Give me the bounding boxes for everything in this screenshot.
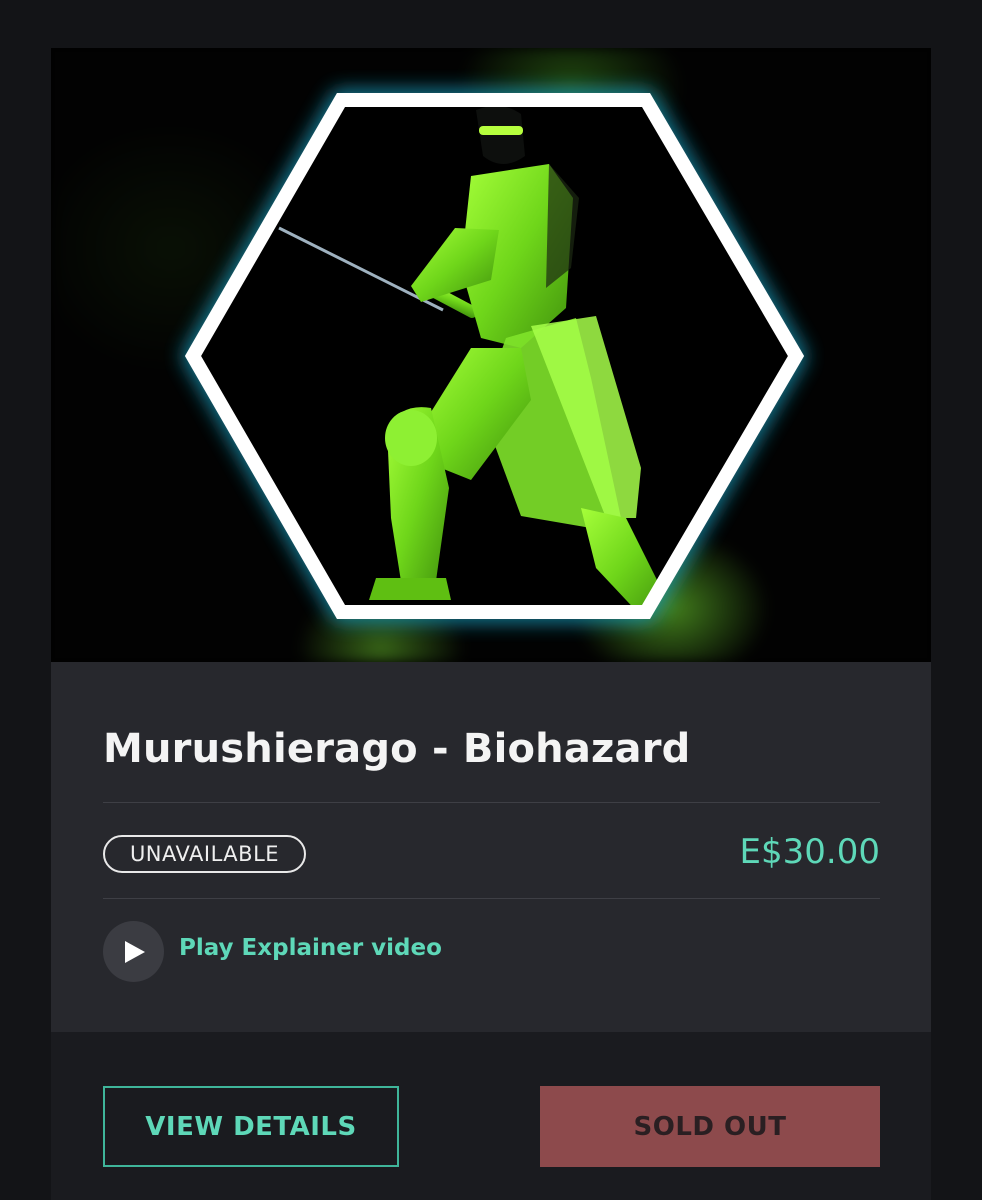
product-title: Murushierago - Biohazard: [103, 726, 691, 772]
hexagon-frame: [182, 91, 807, 621]
play-video-link[interactable]: Play Explainer video: [179, 935, 442, 961]
divider: [103, 898, 880, 899]
action-bar: VIEW DETAILS SOLD OUT: [51, 1032, 931, 1200]
product-info-panel: Murushierago - Biohazard UNAVAILABLE E$3…: [51, 662, 931, 1032]
status-badge: UNAVAILABLE: [103, 835, 306, 873]
view-details-button[interactable]: VIEW DETAILS: [103, 1086, 399, 1167]
product-card: Murushierago - Biohazard UNAVAILABLE E$3…: [51, 48, 931, 1200]
divider: [103, 802, 880, 803]
play-video-button[interactable]: [103, 921, 164, 982]
sold-out-button: SOLD OUT: [540, 1086, 880, 1167]
play-icon: [124, 940, 145, 963]
price-label: E$30.00: [739, 832, 880, 872]
product-image-area[interactable]: [51, 48, 931, 662]
